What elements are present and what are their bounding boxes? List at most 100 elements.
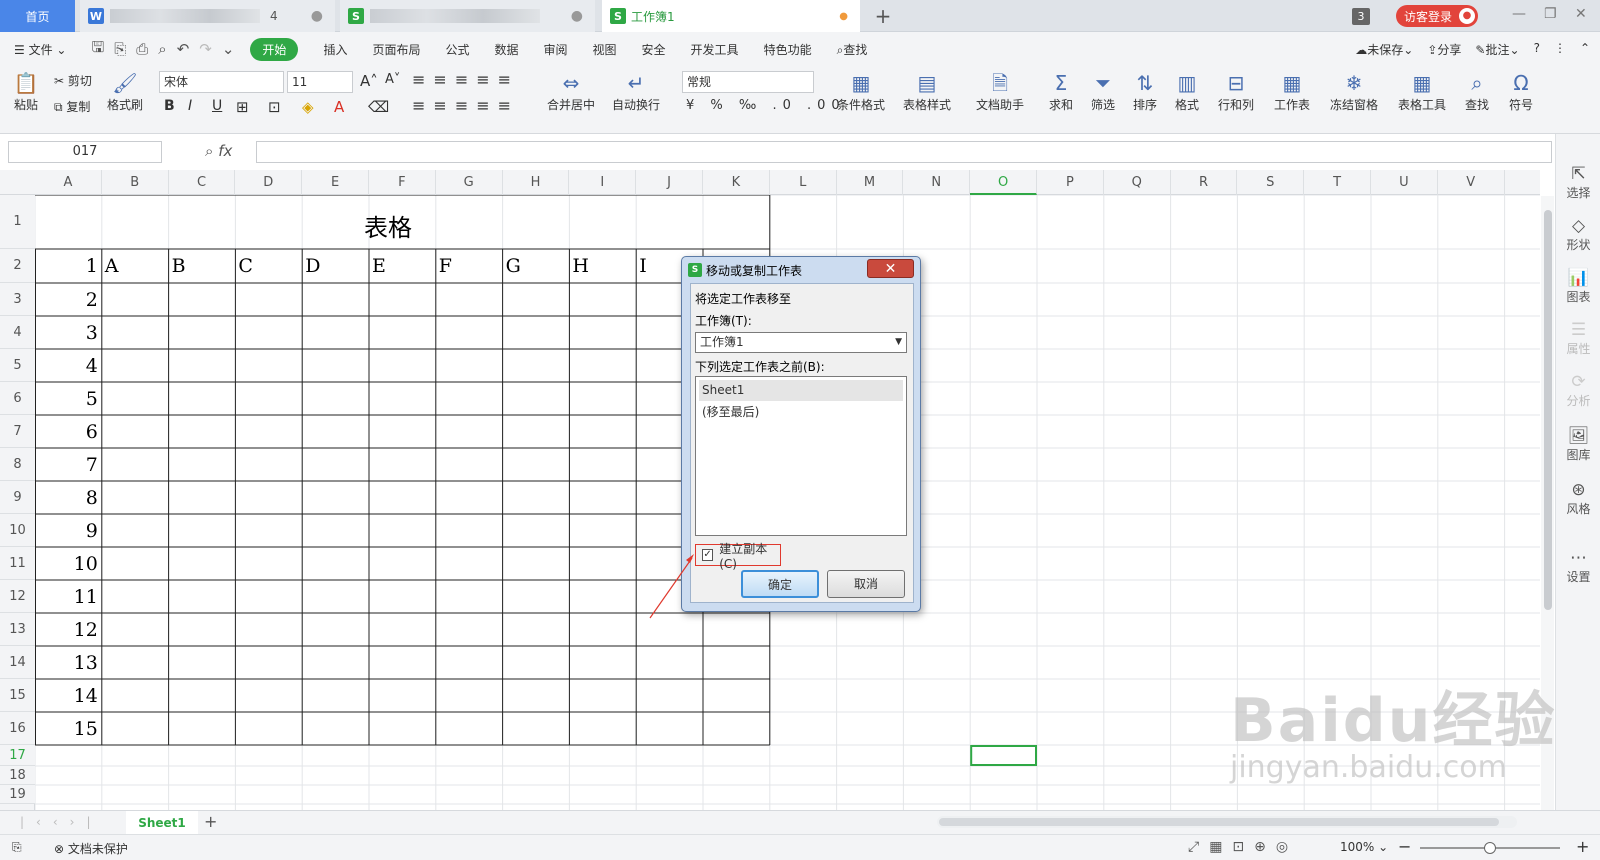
column-header-V[interactable]: V (1438, 170, 1505, 195)
fill-color-icon[interactable]: ◈ (302, 98, 314, 116)
view-mode-icons[interactable]: ⤢▦⊡⊕◎ (1188, 839, 1298, 855)
merge-center-button[interactable]: ⇔ 合并居中 (541, 70, 601, 113)
row-header-12[interactable]: 12 (0, 580, 35, 613)
vertical-scroll-thumb[interactable] (1544, 210, 1552, 610)
column-header-P[interactable]: P (1037, 170, 1104, 195)
list-item[interactable]: Sheet1 (699, 380, 903, 401)
dialog-close-button[interactable]: ✕ (867, 259, 914, 278)
row-header-3[interactable]: 3 (0, 283, 35, 316)
sidebar-analysis[interactable]: ⟳ 分析 (1556, 372, 1600, 409)
save-icon[interactable]: 🖫 (91, 37, 104, 62)
menu-data[interactable]: 数据 (494, 41, 518, 58)
tab-document-sheet[interactable]: S ● (340, 0, 595, 32)
undo-icon[interactable]: ↶ (177, 40, 190, 58)
sheet-list[interactable]: Sheet1 (移至最后) (695, 376, 907, 536)
column-header-S[interactable]: S (1237, 170, 1305, 195)
row-header-10[interactable]: 10 (0, 514, 35, 547)
row-header-5[interactable]: 5 (0, 349, 35, 382)
menu-search[interactable]: ⌕查找 (837, 41, 868, 58)
comment-button[interactable]: ✎批注⌄ (1475, 41, 1519, 58)
row-header-16[interactable]: 16 (0, 712, 35, 745)
zoom-formula-icon[interactable]: ⌕ (205, 142, 213, 160)
column-header-G[interactable]: G (436, 170, 503, 195)
menu-page-layout[interactable]: 页面布局 (372, 41, 420, 58)
sidebar-property[interactable]: ☰ 属性 (1556, 320, 1600, 357)
menu-insert[interactable]: 插入 (323, 41, 347, 58)
zoom-slider[interactable] (1420, 842, 1560, 854)
menu-file[interactable]: ☰ 文件 ⌄ (14, 41, 66, 58)
number-format-icons[interactable]: ¥ % ‰ .0 .00 (686, 98, 846, 113)
row-header-18[interactable]: 18 (0, 766, 35, 785)
worksheet-button[interactable]: ▦ 工作表 (1270, 70, 1314, 113)
name-box[interactable]: 017 (8, 141, 162, 163)
collapse-ribbon-icon[interactable]: ⌃ (1580, 41, 1590, 58)
zoom-level[interactable]: 100% ⌄ (1340, 840, 1388, 854)
fx-icon[interactable]: fx (218, 142, 232, 160)
border-icon[interactable]: ⊞ (236, 98, 249, 116)
row-header-11[interactable]: 11 (0, 547, 35, 580)
font-shrink-icon[interactable]: A˅ (385, 72, 400, 87)
close-dot-icon[interactable]: ● (571, 8, 583, 24)
sidebar-gallery[interactable]: 🖼 图库 (1556, 426, 1600, 463)
underline-icon[interactable]: U (212, 98, 222, 114)
symbol-button[interactable]: Ω 符号 (1504, 70, 1538, 113)
sidebar-settings[interactable]: ⋯ 设置 (1556, 548, 1600, 585)
zoom-slider-handle[interactable] (1484, 842, 1496, 854)
column-header-Q[interactable]: Q (1104, 170, 1171, 195)
find-button[interactable]: ⌕ 查找 (1460, 70, 1494, 113)
sidebar-style[interactable]: ⊛ 风格 (1556, 480, 1600, 517)
menu-dev-tools[interactable]: 开发工具 (691, 41, 739, 58)
customize-icon[interactable]: ⌄ (222, 40, 235, 58)
row-col-button[interactable]: ⊟ 行和列 (1214, 70, 1258, 113)
horizontal-scroll-thumb[interactable] (939, 818, 1499, 826)
row-header-2[interactable]: 2 (0, 249, 35, 283)
row-header-17[interactable]: 17 (0, 745, 35, 766)
table-tools-button[interactable]: ▦ 表格工具 (1394, 70, 1450, 113)
table-style-button[interactable]: ▤ 表格样式 (896, 70, 958, 113)
menu-formula[interactable]: 公式 (445, 41, 469, 58)
column-header-U[interactable]: U (1371, 170, 1438, 195)
column-header-B[interactable]: B (102, 170, 169, 195)
add-sheet-icon[interactable]: + (204, 812, 217, 831)
row-header-8[interactable]: 8 (0, 448, 35, 481)
format-painter-button[interactable]: 🖌 格式刷 (106, 70, 144, 113)
column-header-N[interactable]: N (903, 170, 971, 195)
column-header-C[interactable]: C (169, 170, 236, 195)
align-top-icons[interactable]: ≡≡≡≡≡ (412, 70, 519, 89)
sum-button[interactable]: Σ 求和 (1046, 70, 1076, 113)
font-family-select[interactable]: 宋体 (159, 71, 284, 93)
column-header-I[interactable]: I (569, 170, 637, 195)
eraser-icon[interactable]: ⌫ (368, 98, 389, 116)
checkbox-checked-icon[interactable]: ✓ (702, 549, 714, 561)
column-header-T[interactable]: T (1304, 170, 1371, 195)
cancel-button[interactable]: 取消 (827, 570, 905, 598)
row-header-13[interactable]: 13 (0, 613, 35, 646)
font-color-icon[interactable]: A (334, 98, 344, 116)
menu-security[interactable]: 安全 (642, 41, 666, 58)
column-header-H[interactable]: H (503, 170, 570, 195)
unsaved-button[interactable]: ☁未保存⌄ (1355, 41, 1413, 58)
more-icon[interactable]: ⋮ (1554, 41, 1566, 58)
sheet-nav-arrows[interactable]: |‹‹›| (20, 815, 102, 829)
row-header-7[interactable]: 7 (0, 415, 35, 448)
list-item[interactable]: (移至最后) (699, 402, 903, 423)
create-copy-checkbox[interactable]: ✓ 建立副本(C) (695, 542, 781, 571)
share-button[interactable]: ⇪分享 (1427, 41, 1461, 58)
menu-special[interactable]: 特色功能 (764, 41, 812, 58)
row-header-14[interactable]: 14 (0, 646, 35, 679)
protect-status[interactable]: ⊗ 文档未保护 (54, 840, 128, 857)
print-icon[interactable]: ⎙ (136, 40, 148, 58)
sheet-tab-sheet1[interactable]: Sheet1 (126, 811, 198, 835)
number-format-select[interactable]: 常规 (682, 71, 814, 93)
sidebar-select[interactable]: ⇱ 选择 (1556, 164, 1600, 201)
wrap-text-button[interactable]: ↵ 自动换行 (606, 70, 666, 113)
tab-document-word[interactable]: W 4 ● (80, 0, 335, 32)
workbook-select[interactable]: 工作簿1 ▼ (695, 332, 907, 353)
macro-icon[interactable]: ⎘ (12, 840, 22, 855)
horizontal-scrollbar[interactable] (937, 816, 1517, 828)
zoom-out-icon[interactable]: − (1398, 837, 1411, 856)
format-button[interactable]: ▥ 格式 (1172, 70, 1202, 113)
column-header-D[interactable]: D (235, 170, 303, 195)
tab-home[interactable]: 首页 (0, 0, 75, 32)
window-count-badge[interactable]: 3 (1352, 8, 1370, 25)
